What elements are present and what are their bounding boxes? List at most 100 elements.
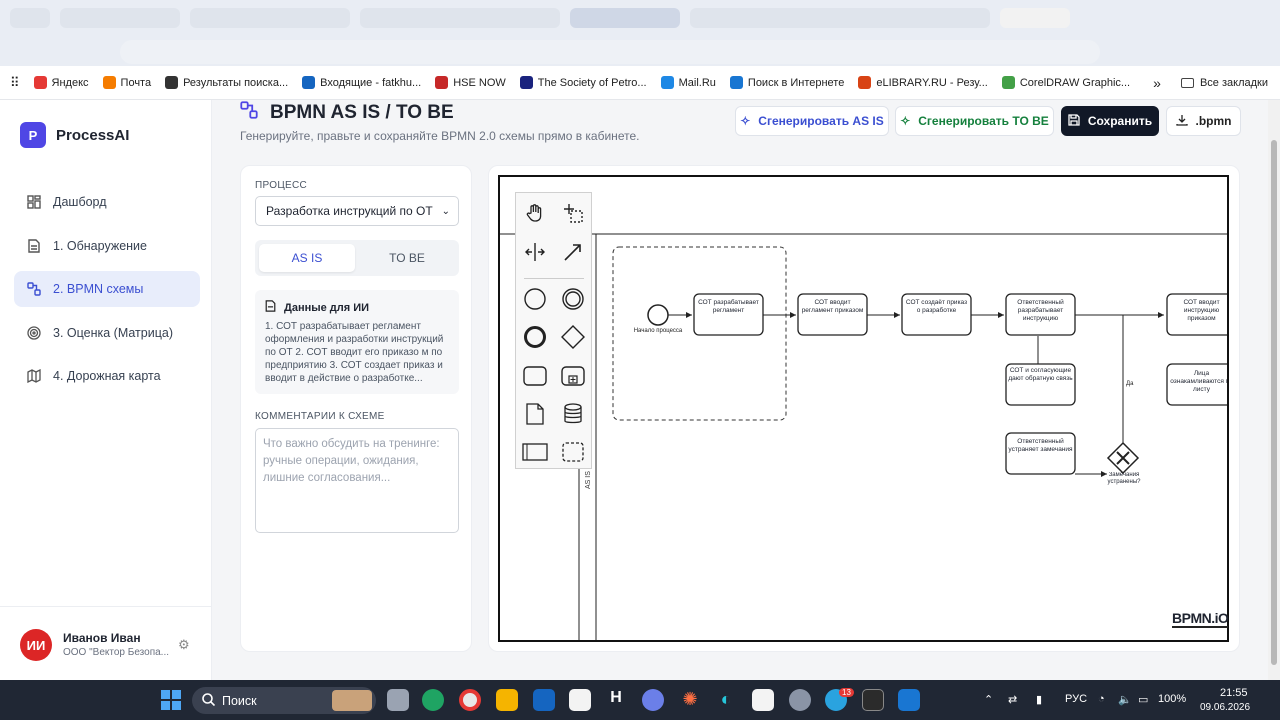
browser-tab[interactable] — [60, 8, 180, 28]
browser-tab[interactable] — [690, 8, 990, 28]
tab-asis[interactable]: AS IS — [259, 244, 355, 272]
bookmark-item[interactable]: CorelDRAW Graphic... — [1001, 76, 1130, 89]
page-title-text: BPMN AS IS / TO BE — [270, 102, 454, 123]
task-t1[interactable]: СОТ разрабатывает регламент — [693, 293, 764, 336]
bookmark-item[interactable]: Яндекс — [33, 76, 89, 89]
tab-tobe[interactable]: TO BE — [359, 244, 455, 272]
space-tool-icon[interactable] — [520, 237, 550, 267]
taskbar-search[interactable]: Поиск — [192, 687, 376, 714]
battery-icon[interactable]: ▭ — [1138, 693, 1148, 706]
bookmarks-more-button[interactable]: » — [1153, 75, 1161, 91]
bookmark-item[interactable]: Результаты поиска... — [165, 76, 288, 89]
sidebar-item-assessment[interactable]: 3. Оценка (Матрица) — [14, 315, 200, 351]
gateway-tool-icon[interactable] — [558, 322, 588, 352]
apps-grid-icon[interactable]: ⠿ — [10, 75, 20, 91]
clock-date[interactable]: 09.06.2026 — [1200, 702, 1250, 713]
bookmark-favicon-icon — [660, 76, 674, 89]
connect-tool-icon[interactable] — [558, 237, 588, 267]
address-bar[interactable] — [120, 40, 1100, 64]
avatar[interactable]: ИИ — [20, 629, 52, 661]
bookmark-item[interactable]: HSE NOW — [435, 76, 506, 89]
chrome-browser-icon[interactable] — [459, 689, 481, 711]
input-language[interactable]: РУС — [1065, 693, 1087, 705]
start-event[interactable] — [647, 304, 669, 326]
exclusive-gateway[interactable] — [1106, 441, 1140, 475]
bookmark-label: Mail.Ru — [678, 76, 716, 89]
edge-browser-icon[interactable] — [422, 689, 444, 711]
task-t6[interactable]: СОТ и согласующие дают обратную связь — [1005, 363, 1076, 406]
wave-app-icon[interactable]: ◐ — [715, 689, 737, 711]
bookmark-item[interactable]: Mail.Ru — [660, 76, 716, 89]
gear-icon[interactable] — [789, 689, 811, 711]
group-tool-icon[interactable] — [558, 437, 588, 467]
settings-tray-icon[interactable]: ⇄ — [1008, 693, 1017, 706]
download-bpmn-button[interactable]: .bpmn — [1166, 106, 1241, 136]
subprocess-tool-icon[interactable] — [558, 361, 588, 391]
bookmark-label: Поиск в Интернете — [747, 76, 845, 89]
bpmn-canvas[interactable]: AS IS Начало процесса Да СОТ разрабатыва… — [498, 175, 1229, 642]
sidebar-item-discovery[interactable]: 1. Обнаружение — [14, 228, 200, 264]
bookmark-item[interactable]: The Society of Petro... — [519, 76, 647, 89]
task-t8[interactable]: Ответственный устраняет замечания — [1005, 432, 1076, 475]
lasso-tool-icon[interactable] — [558, 198, 588, 228]
audio-tray-icon[interactable]: ▮ — [1036, 693, 1042, 706]
process-select[interactable]: Разработка инструкций по ОТ ⌄ — [255, 196, 459, 226]
data-store-tool-icon[interactable] — [558, 399, 588, 429]
spark-icon[interactable]: ✺ — [679, 689, 701, 711]
task-t3[interactable]: СОТ создаёт приказ о разработке — [901, 293, 972, 336]
h-app-icon[interactable]: H — [605, 689, 627, 711]
volume-icon[interactable]: 🔈 — [1118, 693, 1132, 706]
task-view-icon[interactable] — [387, 689, 409, 711]
bookmark-item[interactable]: Входящие - fatkhu... — [302, 76, 421, 89]
task-tool-icon[interactable] — [520, 361, 550, 391]
end-event-tool-icon[interactable] — [520, 322, 550, 352]
app-icon[interactable] — [533, 689, 555, 711]
file-explorer-icon[interactable] — [496, 689, 518, 711]
intermediate-event-tool-icon[interactable] — [558, 284, 588, 314]
task-t5[interactable]: СОТ вводит инструкцию приказом — [1166, 293, 1229, 336]
app-logo[interactable]: P ProcessAI — [20, 122, 129, 148]
task-t2[interactable]: СОТ вводит регламент приказом — [797, 293, 868, 336]
bookmark-item[interactable]: Почта — [102, 76, 151, 89]
start-event-tool-icon[interactable] — [520, 284, 550, 314]
photos-icon[interactable] — [898, 689, 920, 711]
save-button[interactable]: Сохранить — [1061, 106, 1159, 136]
browser-tab[interactable] — [1000, 8, 1070, 28]
task-label: СОТ создаёт приказ о разработке — [905, 299, 968, 314]
chevron-up-icon[interactable]: ⌃ — [984, 693, 993, 706]
wifi-icon[interactable]: ◔ — [1098, 693, 1105, 705]
messenger-icon[interactable] — [642, 689, 664, 711]
bookmark-item[interactable]: Поиск в Интернете — [729, 76, 845, 89]
browser-tab[interactable] — [190, 8, 350, 28]
grid-icon — [26, 195, 41, 210]
page-scrollbar[interactable] — [1268, 100, 1280, 680]
all-bookmarks-button[interactable]: Все закладки — [1180, 77, 1268, 89]
gear-icon[interactable]: ⚙ — [178, 637, 190, 653]
sidebar-item-dashboard[interactable]: Дашборд — [14, 184, 200, 220]
task-t7[interactable]: Лица ознакамливаются по листу — [1166, 363, 1229, 406]
windows-start-icon[interactable] — [160, 689, 182, 711]
bookmark-item[interactable]: eLIBRARY.RU - Резу... — [858, 76, 988, 89]
generate-asis-button[interactable]: ✧ Сгенерировать AS IS — [735, 106, 889, 136]
notification-badge: 13 — [839, 688, 854, 697]
terminal-icon[interactable] — [862, 689, 884, 711]
data-object-tool-icon[interactable] — [520, 399, 550, 429]
generate-tobe-button[interactable]: ✧ Сгенерировать TO BE — [895, 106, 1054, 136]
hand-tool-icon[interactable] — [520, 198, 550, 228]
sidebar-item-roadmap[interactable]: 4. Дорожная карта — [14, 358, 200, 394]
scrollbar-thumb[interactable] — [1271, 140, 1277, 665]
comments-label: КОММЕНТАРИИ К СХЕМЕ — [255, 411, 385, 422]
bpmn-io-watermark[interactable]: BPMN.iO — [1172, 610, 1229, 628]
app-icon[interactable] — [752, 689, 774, 711]
browser-tab[interactable] — [10, 8, 50, 28]
pool-tool-icon[interactable] — [520, 437, 550, 467]
lane-label: AS IS — [585, 471, 592, 489]
sidebar-item-bpmn[interactable]: 2. BPMN схемы — [14, 271, 200, 307]
browser-tab[interactable] — [360, 8, 560, 28]
browser-tab[interactable] — [570, 8, 680, 28]
page-title: BPMN AS IS / TO BE — [240, 101, 454, 125]
comments-textarea[interactable]: Что важно обсудить на тренинге: ручные о… — [255, 428, 459, 533]
task-t4[interactable]: Ответственный разрабатывает инструкцию — [1005, 293, 1076, 336]
notes-icon[interactable] — [569, 689, 591, 711]
clock-time[interactable]: 21:55 — [1220, 687, 1248, 699]
